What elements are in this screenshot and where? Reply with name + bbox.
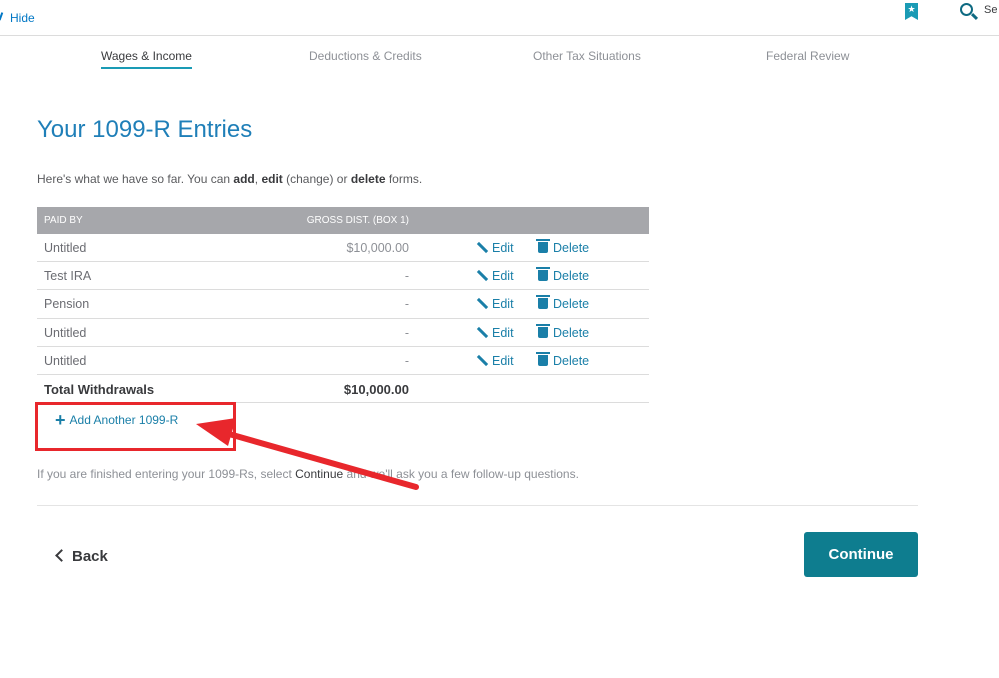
header-paid-by: PAID BY <box>44 215 83 226</box>
gross-amount: $10,000.00 <box>346 241 409 255</box>
pencil-icon <box>476 241 489 254</box>
hide-label: Hide <box>10 11 35 25</box>
continue-button[interactable]: Continue <box>804 532 918 577</box>
table-row: Untitled - Edit Delete <box>37 347 649 375</box>
payer-name: Test IRA <box>44 269 92 284</box>
total-row: Total Withdrawals $10,000.00 <box>37 375 649 403</box>
payer-name: Pension <box>44 297 90 312</box>
total-label: Total Withdrawals <box>44 381 155 397</box>
intro-text: Here's what we have so far. You can add,… <box>37 172 423 186</box>
table-row: Untitled $10,000.00 Edit Delete <box>37 234 649 263</box>
entries-table: PAID BY GROSS DIST. (BOX 1) Untitled $10… <box>37 207 649 403</box>
pencil-icon <box>476 326 489 338</box>
plus-icon: + <box>55 410 66 430</box>
edit-button[interactable]: Edit <box>476 241 514 255</box>
search-icon[interactable] <box>960 3 973 16</box>
gross-amount: - <box>404 353 409 368</box>
delete-button[interactable]: Delete <box>536 295 589 311</box>
collapse-edge-icon <box>0 11 4 21</box>
divider <box>37 505 918 506</box>
delete-button[interactable]: Delete <box>536 239 589 255</box>
edit-button[interactable]: Edit <box>476 269 514 283</box>
step-federal-review[interactable]: Federal Review <box>766 49 849 63</box>
step-other-tax-situations[interactable]: Other Tax Situations <box>533 49 641 63</box>
gross-amount: - <box>404 325 409 340</box>
pencil-icon <box>476 354 489 366</box>
add-another-1099r-link[interactable]: + Add Another 1099-R <box>55 410 178 431</box>
payer-name: Untitled <box>44 353 87 368</box>
trash-icon <box>536 351 550 366</box>
chevron-left-icon <box>55 549 68 562</box>
gross-amount: - <box>404 297 409 312</box>
delete-button[interactable]: Delete <box>536 323 589 340</box>
bookmark-star-glyph: ★ <box>907 4 916 14</box>
step-wages-income[interactable]: Wages & Income <box>101 49 192 69</box>
edit-button[interactable]: Edit <box>476 354 514 368</box>
trash-icon <box>536 295 550 310</box>
top-bar: Hide ★ Se <box>0 0 999 36</box>
edit-button[interactable]: Edit <box>476 326 514 340</box>
table-header: PAID BY GROSS DIST. (BOX 1) <box>37 207 649 234</box>
page-title: Your 1099-R Entries <box>37 116 253 143</box>
table-row: Pension - Edit Delete <box>37 290 649 319</box>
hide-link[interactable]: Hide <box>0 11 35 25</box>
table-row: Untitled - Edit Delete <box>37 319 649 347</box>
payer-name: Untitled <box>44 241 87 255</box>
delete-button[interactable]: Delete <box>536 267 589 283</box>
trash-icon <box>536 323 550 338</box>
step-deductions-credits[interactable]: Deductions & Credits <box>309 49 422 63</box>
delete-button[interactable]: Delete <box>536 351 589 368</box>
header-gross-dist: GROSS DIST. (BOX 1) <box>306 215 409 226</box>
table-row: Test IRA - Edit Delete <box>37 262 649 291</box>
back-button[interactable]: Back <box>55 548 108 565</box>
pencil-icon <box>476 270 489 282</box>
trash-icon <box>536 239 550 253</box>
follow-up-note: If you are finished entering your 1099-R… <box>37 467 579 481</box>
search-label[interactable]: Se <box>984 4 997 16</box>
pencil-icon <box>476 298 489 310</box>
add-another-label: Add Another 1099-R <box>69 413 179 427</box>
trash-icon <box>536 267 550 282</box>
total-amount: $10,000.00 <box>343 381 409 397</box>
gross-amount: - <box>404 269 409 284</box>
payer-name: Untitled <box>44 325 87 340</box>
progress-steps: Wages & Income Deductions & Credits Othe… <box>0 49 999 73</box>
edit-button[interactable]: Edit <box>476 297 514 311</box>
bookmark-icon[interactable]: ★ <box>905 3 918 20</box>
